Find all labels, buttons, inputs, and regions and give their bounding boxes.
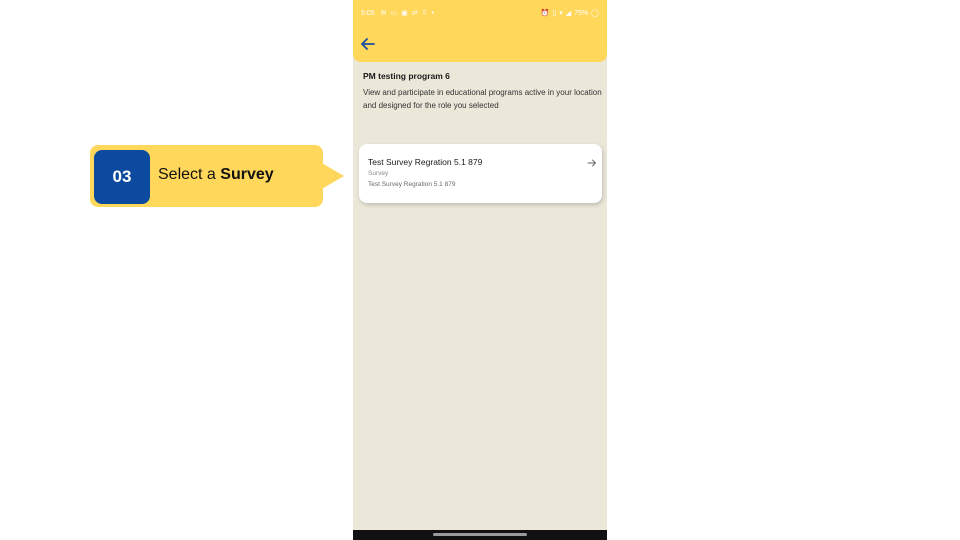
alarm-icon: ⏰ xyxy=(540,10,550,17)
system-nav-bar xyxy=(353,530,607,540)
notification-icons: ✉ ▭ ▣ ⇄ ⇩ • xyxy=(380,9,541,18)
system-icons: ⏰ ▯ ▾ ◢ 75% ◯ xyxy=(540,9,599,18)
survey-card-title: Test Survey Regration 5.1 879 xyxy=(368,157,483,167)
program-title: PM testing program 6 xyxy=(363,71,450,81)
step-instruction: Select a Survey xyxy=(158,166,274,184)
sync-icon: ⇄ xyxy=(411,10,418,17)
app-bar: 5:05 ✉ ▭ ▣ ⇄ ⇩ • ⏰ ▯ ▾ ◢ 75% ◯ xyxy=(353,0,607,62)
status-bar: 5:05 ✉ ▭ ▣ ⇄ ⇩ • ⏰ ▯ ▾ ◢ 75% ◯ xyxy=(353,6,607,20)
battery-icon: ◯ xyxy=(591,10,599,17)
survey-card-subtitle: Test Survey Regration 5.1 879 xyxy=(368,181,456,188)
message-icon: ▭ xyxy=(390,10,398,17)
phone-screen: 5:05 ✉ ▭ ▣ ⇄ ⇩ • ⏰ ▯ ▾ ◢ 75% ◯ PM testin… xyxy=(353,0,607,540)
wifi-icon: ▾ xyxy=(559,10,563,17)
arrow-right-icon xyxy=(587,159,596,167)
survey-card[interactable]: Test Survey Regration 5.1 879 Survey Tes… xyxy=(359,144,602,203)
instruction-bold: Survey xyxy=(220,166,274,183)
dot-icon: • xyxy=(431,9,434,17)
battery-level: 75% xyxy=(574,9,589,17)
instruction-prefix: Select a xyxy=(158,166,221,183)
program-description: View and participate in educational prog… xyxy=(363,88,602,110)
signal-icon: ◢ xyxy=(565,10,572,17)
vibrate-icon: ▯ xyxy=(552,10,557,17)
step-number-badge: 03 xyxy=(94,150,150,204)
home-gesture-handle[interactable] xyxy=(433,533,527,536)
image-icon: ▣ xyxy=(401,10,408,17)
back-button[interactable] xyxy=(360,36,376,52)
download-icon: ⇩ xyxy=(421,10,428,17)
callout-pointer xyxy=(320,162,344,190)
survey-card-type: Survey xyxy=(368,170,389,177)
arrow-left-icon xyxy=(361,38,375,50)
tutorial-slide: 03 Select a Survey 5:05 ✉ ▭ ▣ ⇄ ⇩ • ⏰ ▯ … xyxy=(0,0,960,540)
status-time: 5:05 xyxy=(361,9,375,17)
mail-icon: ✉ xyxy=(380,10,387,17)
